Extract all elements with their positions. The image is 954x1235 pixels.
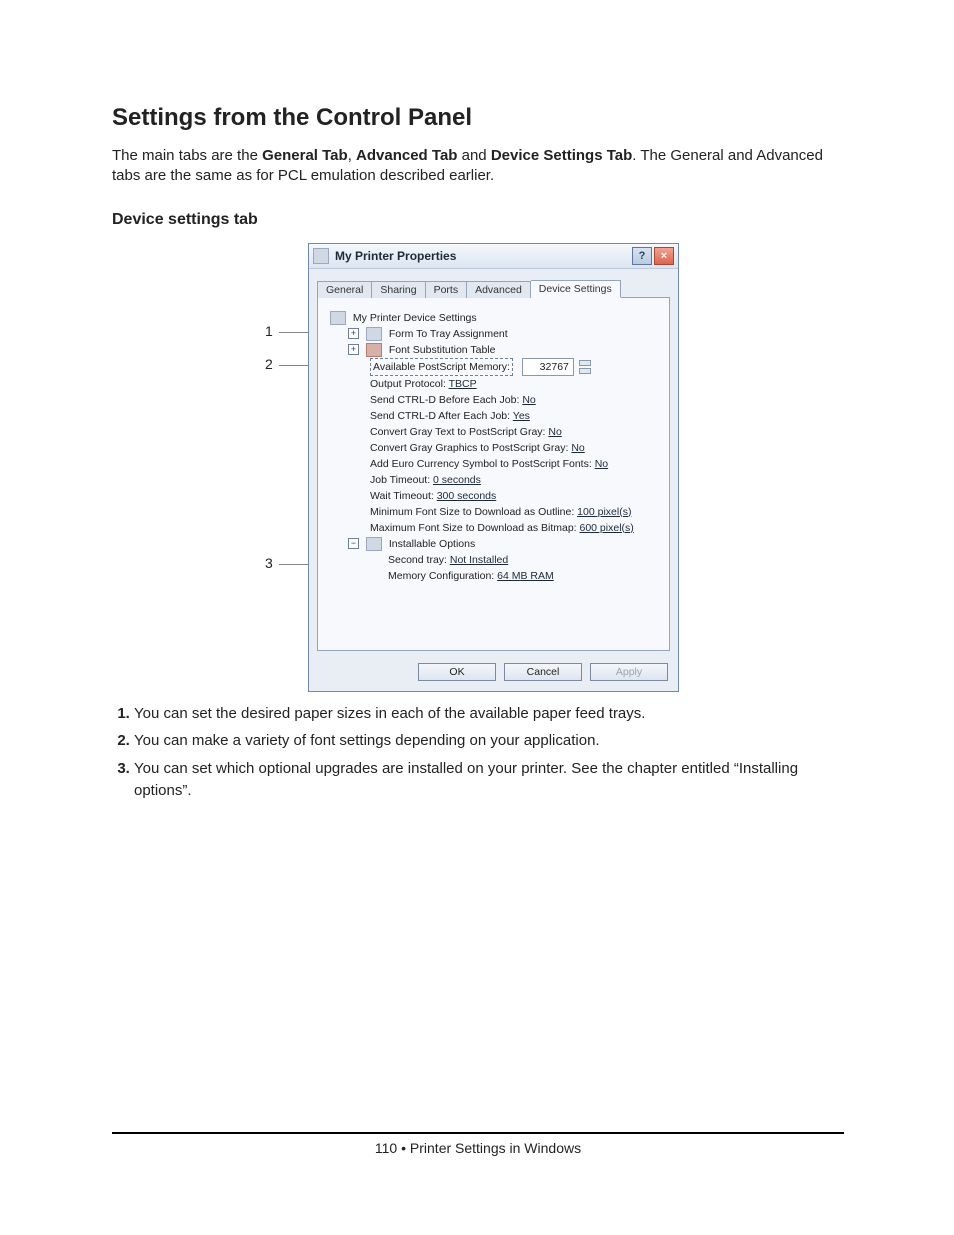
form-to-tray-label: Form To Tray Assignment (389, 328, 508, 340)
printer-properties-dialog: My Printer Properties ? × General Sharin… (308, 243, 679, 692)
tree-ps-memory[interactable]: Available PostScript Memory: 32767 (326, 358, 661, 376)
tree-euro-symbol[interactable]: Add Euro Currency Symbol to PostScript F… (326, 456, 661, 472)
tab-advanced[interactable]: Advanced (467, 281, 531, 298)
page-heading: Settings from the Control Panel (112, 104, 844, 132)
tab-device-settings[interactable]: Device Settings (531, 280, 621, 298)
output-protocol-label: Output Protocol: (370, 378, 449, 390)
intro-prefix: The main tabs are the (112, 147, 262, 164)
callout-2-label: 2 (265, 356, 273, 372)
euro-label: Add Euro Currency Symbol to PostScript F… (370, 458, 595, 470)
intro-tab1: General Tab (262, 147, 348, 164)
installable-label: Installable Options (389, 538, 475, 550)
step-3: You can set which optional upgrades are … (134, 758, 844, 802)
job-timeout-value[interactable]: 0 seconds (433, 474, 481, 486)
mem-cfg-label: Memory Configuration: (388, 570, 497, 582)
callout-1-label: 1 (265, 323, 273, 339)
max-font-value[interactable]: 600 pixel(s) (580, 522, 634, 534)
installable-icon (366, 537, 382, 551)
tree-gray-graphics[interactable]: Convert Gray Graphics to PostScript Gray… (326, 440, 661, 456)
tree-root[interactable]: My Printer Device Settings (326, 310, 661, 326)
intro-sep2: and (457, 147, 490, 164)
font-sub-label: Font Substitution Table (389, 344, 496, 356)
tab-strip: General Sharing Ports Advanced Device Se… (309, 269, 678, 297)
footer-page-number: 110 (375, 1140, 397, 1156)
tree-root-label: My Printer Device Settings (353, 312, 477, 324)
euro-value[interactable]: No (595, 458, 608, 470)
wait-timeout-value[interactable]: 300 seconds (437, 490, 497, 502)
ctrl-d-after-value[interactable]: Yes (513, 410, 530, 422)
tree-ctrl-d-after[interactable]: Send CTRL-D After Each Job: Yes (326, 408, 661, 424)
tree-min-font-outline[interactable]: Minimum Font Size to Download as Outline… (326, 504, 661, 520)
help-button[interactable]: ? (632, 247, 652, 265)
printer-tree-icon (330, 311, 346, 325)
intro-tab3: Device Settings Tab (491, 147, 632, 164)
gray-gfx-label: Convert Gray Graphics to PostScript Gray… (370, 442, 571, 454)
intro-tab2: Advanced Tab (356, 147, 457, 164)
tab-general[interactable]: General (317, 281, 372, 298)
job-timeout-label: Job Timeout: (370, 474, 433, 486)
tab-ports[interactable]: Ports (426, 281, 468, 298)
tree-installable-options[interactable]: − Installable Options (326, 536, 661, 552)
close-button[interactable]: × (654, 247, 674, 265)
footer-section: Printer Settings in Windows (410, 1140, 581, 1156)
font-table-icon (366, 343, 382, 357)
tree-memory-config[interactable]: Memory Configuration: 64 MB RAM (326, 568, 661, 584)
tree-output-protocol[interactable]: Output Protocol: TBCP (326, 376, 661, 392)
tree-max-font-bitmap[interactable]: Maximum Font Size to Download as Bitmap:… (326, 520, 661, 536)
mem-cfg-value[interactable]: 64 MB RAM (497, 570, 554, 582)
tree-second-tray[interactable]: Second tray: Not Installed (326, 552, 661, 568)
callout-1: 1 (265, 323, 273, 339)
tree-form-to-tray[interactable]: + Form To Tray Assignment (326, 326, 661, 342)
second-tray-label: Second tray: (388, 554, 450, 566)
footer-bullet: • (397, 1140, 410, 1156)
printer-icon (313, 248, 329, 264)
min-font-value[interactable]: 100 pixel(s) (577, 506, 631, 518)
ps-memory-label: Available PostScript Memory: (370, 358, 513, 376)
tab-sharing[interactable]: Sharing (372, 281, 425, 298)
ps-memory-input[interactable]: 32767 (522, 358, 574, 376)
callout-3: 3 (265, 555, 273, 571)
second-tray-value[interactable]: Not Installed (450, 554, 508, 566)
ps-memory-spinner[interactable] (579, 360, 591, 374)
wait-timeout-label: Wait Timeout: (370, 490, 437, 502)
output-protocol-value[interactable]: TBCP (449, 378, 477, 390)
dialog-button-row: OK Cancel Apply (309, 659, 678, 691)
callout-3-label: 3 (265, 555, 273, 571)
intro-sep1: , (348, 147, 356, 164)
subheading: Device settings tab (112, 211, 844, 229)
dialog-figure: 1 2 3 My Printer Properties ? × General … (112, 243, 844, 681)
step-1: You can set the desired paper sizes in e… (134, 703, 844, 725)
gray-gfx-value[interactable]: No (571, 442, 584, 454)
gray-text-label: Convert Gray Text to PostScript Gray: (370, 426, 548, 438)
intro-paragraph: The main tabs are the General Tab, Advan… (112, 146, 844, 187)
settings-tree: My Printer Device Settings + Form To Tra… (326, 310, 661, 584)
ctrl-d-after-label: Send CTRL-D After Each Job: (370, 410, 513, 422)
expand-icon[interactable]: + (348, 344, 359, 355)
cancel-button[interactable]: Cancel (504, 663, 582, 681)
collapse-icon[interactable]: − (348, 538, 359, 549)
page-footer: 110 • Printer Settings in Windows (112, 1132, 844, 1156)
tray-icon (366, 327, 382, 341)
device-settings-panel: My Printer Device Settings + Form To Tra… (317, 297, 670, 651)
tree-ctrl-d-before[interactable]: Send CTRL-D Before Each Job: No (326, 392, 661, 408)
gray-text-value[interactable]: No (548, 426, 561, 438)
ctrl-d-before-value[interactable]: No (522, 394, 535, 406)
tree-wait-timeout[interactable]: Wait Timeout: 300 seconds (326, 488, 661, 504)
dialog-titlebar[interactable]: My Printer Properties ? × (309, 244, 678, 269)
tree-gray-text[interactable]: Convert Gray Text to PostScript Gray: No (326, 424, 661, 440)
tree-job-timeout[interactable]: Job Timeout: 0 seconds (326, 472, 661, 488)
ctrl-d-before-label: Send CTRL-D Before Each Job: (370, 394, 522, 406)
apply-button[interactable]: Apply (590, 663, 668, 681)
callout-2: 2 (265, 356, 273, 372)
ok-button[interactable]: OK (418, 663, 496, 681)
step-list: You can set the desired paper sizes in e… (112, 703, 844, 802)
max-font-label: Maximum Font Size to Download as Bitmap: (370, 522, 580, 534)
footer-rule (112, 1132, 844, 1134)
dialog-title: My Printer Properties (335, 249, 456, 263)
expand-icon[interactable]: + (348, 328, 359, 339)
min-font-label: Minimum Font Size to Download as Outline… (370, 506, 577, 518)
step-2: You can make a variety of font settings … (134, 730, 844, 752)
tree-font-substitution[interactable]: + Font Substitution Table (326, 342, 661, 358)
